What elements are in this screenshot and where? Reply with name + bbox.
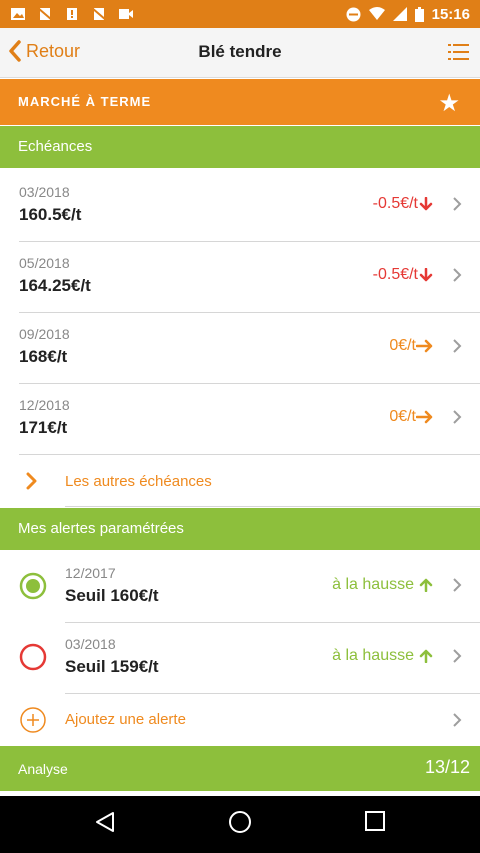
alert-row[interactable]: 12/2017 Seuil 160€/t à la hausse <box>0 551 480 622</box>
add-alert-button[interactable]: Ajoutez une alerte <box>0 694 480 746</box>
echeance-price: 171€/t <box>19 418 68 437</box>
echeance-row[interactable]: 03/2018 160.5€/t -0.5€/t <box>0 170 480 241</box>
divider <box>65 506 480 507</box>
back-label: Retour <box>26 40 81 61</box>
no-sim-icon <box>91 7 107 21</box>
add-circle-icon <box>20 707 46 733</box>
image-icon <box>11 8 25 20</box>
echeance-price: 168€/t <box>19 347 68 366</box>
echeances-header: Echéances <box>0 126 480 168</box>
echeance-price: 160.5€/t <box>19 205 82 224</box>
echeances-header-label: Echéances <box>18 138 93 155</box>
battery-icon <box>414 6 424 22</box>
status-bar: 15:16 <box>0 0 480 28</box>
arrow-down-icon <box>419 268 433 282</box>
echeance-change: -0.5€/t <box>373 195 434 213</box>
echeance-change: 0€/t <box>389 408 434 426</box>
echeance-change: 0€/t <box>389 337 434 355</box>
alerts-header: Mes alertes paramétrées <box>0 508 480 550</box>
nav-recents-icon[interactable] <box>364 810 386 832</box>
sim-error-icon <box>67 8 77 20</box>
alert-threshold: Seuil 159€/t <box>65 657 159 676</box>
wifi-icon <box>368 7 385 20</box>
echeance-change-value: 0€/t <box>389 408 416 425</box>
alerts-header-label: Mes alertes paramétrées <box>18 520 184 537</box>
chevron-left-icon <box>9 40 21 62</box>
echeance-date: 09/2018 <box>19 326 70 342</box>
chevron-right-icon <box>26 472 37 490</box>
market-section-header: MARCHÉ À TERME ★ <box>0 79 480 125</box>
chevron-right-icon <box>453 339 462 353</box>
video-icon <box>119 9 133 19</box>
list-menu-icon[interactable] <box>448 42 470 62</box>
analyse-count: 13/12 <box>424 757 470 777</box>
do-not-disturb-icon <box>346 7 361 21</box>
alert-row[interactable]: 03/2018 Seuil 159€/t à la hausse <box>0 622 480 693</box>
arrow-right-icon <box>416 410 433 424</box>
alert-date: 03/2018 <box>65 636 116 652</box>
system-navigation-bar <box>0 796 480 853</box>
alert-direction-label: à la hausse <box>332 647 414 664</box>
back-button[interactable]: Retour <box>8 40 80 62</box>
nav-back-icon[interactable] <box>94 810 116 834</box>
chevron-right-icon <box>453 649 462 663</box>
arrow-up-icon <box>419 649 433 663</box>
chevron-right-icon <box>453 410 462 424</box>
app-bar: Retour Blé tendre <box>0 28 480 78</box>
radio-unchecked-icon[interactable] <box>19 643 47 671</box>
echeance-change: -0.5€/t <box>373 266 434 284</box>
alert-threshold: Seuil 160€/t <box>65 586 159 605</box>
radio-checked-icon[interactable] <box>19 572 47 600</box>
echeance-date: 05/2018 <box>19 255 70 271</box>
arrow-up-icon <box>419 578 433 592</box>
no-sim-icon <box>37 7 53 21</box>
chevron-right-icon <box>453 268 462 282</box>
alert-direction: à la hausse <box>332 647 434 665</box>
signal-icon <box>392 7 407 21</box>
echeance-price: 164.25€/t <box>19 276 91 295</box>
echeance-row[interactable]: 12/2018 171€/t 0€/t <box>0 383 480 454</box>
echeance-date: 03/2018 <box>19 184 70 200</box>
star-icon[interactable]: ★ <box>438 89 460 118</box>
echeance-date: 12/2018 <box>19 397 70 413</box>
chevron-right-icon <box>453 197 462 211</box>
echeance-change-value: -0.5€/t <box>372 195 418 212</box>
market-section-label: MARCHÉ À TERME <box>18 94 152 109</box>
status-time: 15:16 <box>431 5 470 23</box>
arrow-down-icon <box>419 197 433 211</box>
alert-date: 12/2017 <box>65 565 116 581</box>
add-alert-label: Ajoutez une alerte <box>65 711 186 728</box>
chevron-right-icon <box>453 578 462 592</box>
echeance-row[interactable]: 09/2018 168€/t 0€/t <box>0 312 480 383</box>
other-echeances-label: Les autres échéances <box>65 473 212 490</box>
chevron-right-icon <box>453 713 462 727</box>
other-echeances-link[interactable]: Les autres échéances <box>0 455 480 507</box>
nav-home-icon[interactable] <box>228 810 252 834</box>
echeance-change-value: -0.5€/t <box>372 266 418 283</box>
echeance-row[interactable]: 05/2018 164.25€/t -0.5€/t <box>0 241 480 312</box>
alert-direction: à la hausse <box>332 576 434 594</box>
echeance-change-value: 0€/t <box>389 337 416 354</box>
analyse-section[interactable]: Analyse 13/12 <box>0 746 480 791</box>
alert-direction-label: à la hausse <box>332 576 414 593</box>
arrow-right-icon <box>416 339 433 353</box>
analyse-label: Analyse <box>18 761 68 777</box>
